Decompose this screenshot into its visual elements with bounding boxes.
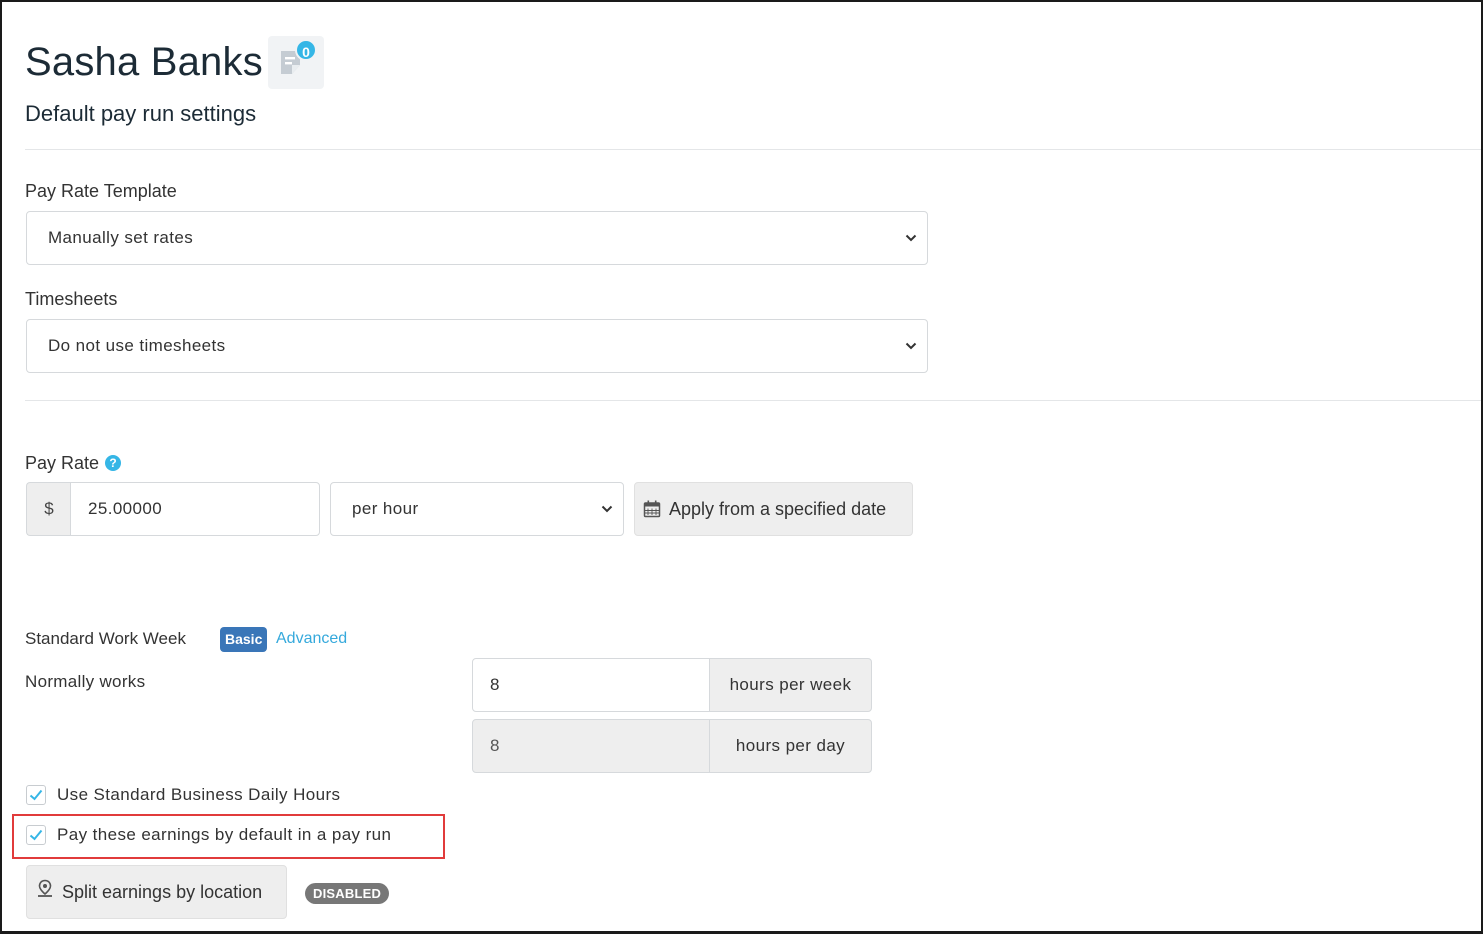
pay-rate-label: Pay Rate? xyxy=(25,453,122,474)
tab-advanced[interactable]: Advanced xyxy=(276,630,347,648)
chevron-down-icon xyxy=(601,505,613,513)
hours-per-week-input[interactable]: 8 xyxy=(472,658,710,712)
hours-per-week-suffix: hours per week xyxy=(709,658,872,712)
hours-per-day-suffix: hours per day xyxy=(709,719,872,773)
normally-works-label: Normally works xyxy=(25,672,146,691)
pay-rate-template-select[interactable]: Manually set rates xyxy=(26,211,928,265)
map-pin-icon xyxy=(38,879,52,897)
pay-rate-amount-input[interactable]: 25.00000 xyxy=(70,482,320,536)
apply-from-date-button[interactable]: Apply from a specified date xyxy=(634,482,913,536)
pay-rate-unit-value: per hour xyxy=(352,499,419,518)
calendar-icon xyxy=(643,500,661,518)
timesheets-label: Timesheets xyxy=(25,289,118,309)
timesheets-value: Do not use timesheets xyxy=(48,336,226,355)
pay-rate-unit-select[interactable]: per hour xyxy=(330,482,624,536)
page-subtitle: Default pay run settings xyxy=(25,101,257,126)
divider xyxy=(25,400,1481,401)
split-earnings-label: Split earnings by location xyxy=(62,881,263,902)
hours-per-day-input: 8 xyxy=(472,719,710,773)
apply-from-date-label: Apply from a specified date xyxy=(669,498,887,519)
timesheets-select[interactable]: Do not use timesheets xyxy=(26,319,928,373)
standard-work-week-label: Standard Work Week xyxy=(25,629,186,648)
notes-count-badge: 0 xyxy=(295,39,317,61)
check-icon xyxy=(29,789,43,801)
chevron-down-icon xyxy=(905,234,917,242)
status-badge: DISABLED xyxy=(305,883,390,904)
highlight-box xyxy=(12,814,445,859)
chevron-down-icon xyxy=(905,342,917,350)
divider xyxy=(25,149,1481,150)
split-earnings-button[interactable]: Split earnings by location xyxy=(26,865,287,919)
use-standard-hours-label: Use Standard Business Daily Hours xyxy=(57,785,341,804)
pay-rate-label-text: Pay Rate xyxy=(25,453,100,473)
notes-button[interactable]: 0 xyxy=(268,36,324,89)
employee-name: Sasha Banks xyxy=(25,40,263,84)
tab-basic[interactable]: Basic xyxy=(220,627,268,652)
pay-rate-template-value: Manually set rates xyxy=(48,228,194,247)
currency-addon: $ xyxy=(26,482,71,536)
help-icon[interactable]: ? xyxy=(105,455,122,471)
pay-rate-template-label: Pay Rate Template xyxy=(25,181,177,201)
use-standard-hours-checkbox[interactable] xyxy=(26,785,46,805)
